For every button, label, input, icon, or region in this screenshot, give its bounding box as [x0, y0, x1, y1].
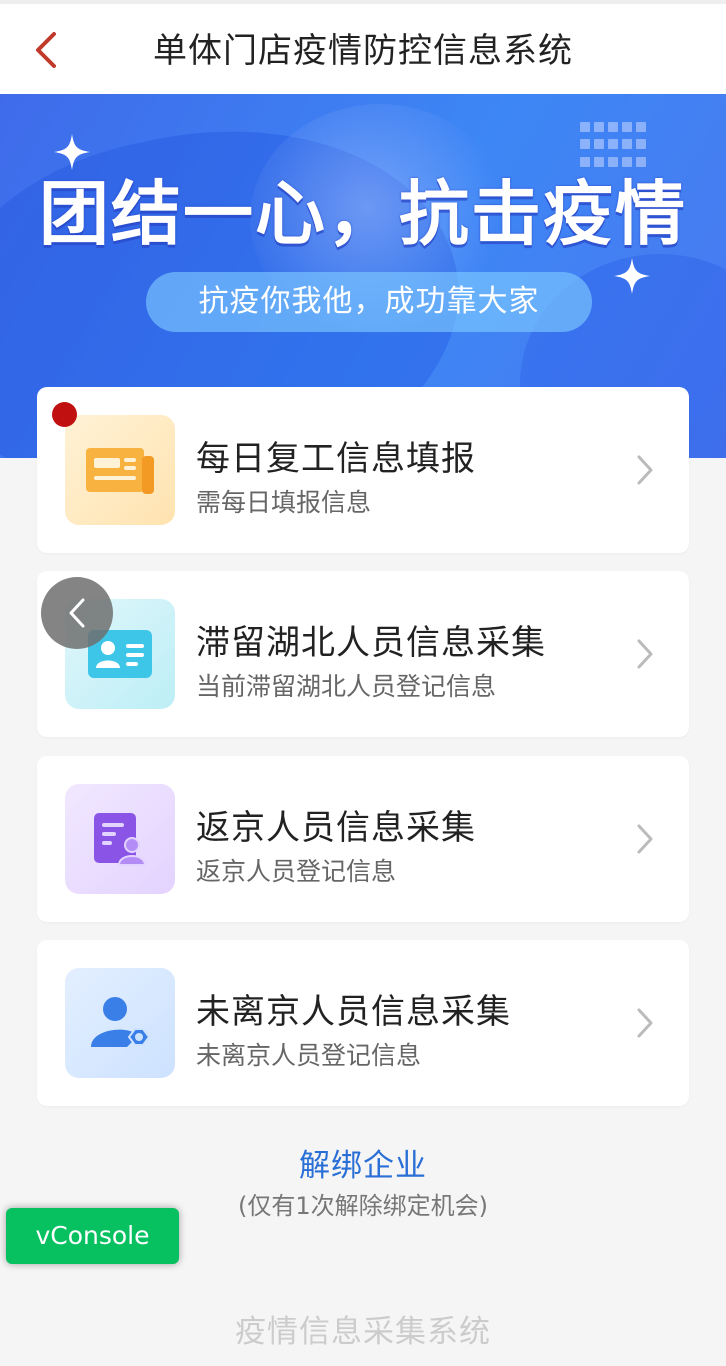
card-hubei-stranded[interactable]: 滞留湖北人员信息采集 当前滞留湖北人员登记信息 [37, 571, 689, 737]
chevron-right-icon [637, 824, 653, 854]
user-settings-icon [65, 968, 175, 1078]
card-title: 滞留湖北人员信息采集 [196, 623, 546, 663]
chevron-right-icon [637, 1008, 653, 1038]
chevron-right-icon [637, 639, 653, 669]
sparkle-icon [614, 258, 650, 294]
banner-subline: 抗疫你我他，成功靠大家 [146, 272, 592, 332]
card-subtitle: 当前滞留湖北人员登记信息 [196, 672, 497, 701]
banner-headline: 团结一心，抗击疫情 [39, 173, 687, 255]
card-return-beijing[interactable]: 返京人员信息采集 返京人员登记信息 [37, 756, 689, 922]
vconsole-button[interactable]: vConsole [6, 1208, 179, 1264]
card-daily-report[interactable]: 每日复工信息填报 需每日填报信息 [37, 387, 689, 553]
floating-back-button[interactable] [41, 577, 113, 649]
footer-text: 疫情信息采集系统 [235, 1314, 491, 1350]
card-not-left-beijing[interactable]: 未离京人员信息采集 未离京人员登记信息 [37, 940, 689, 1106]
newspaper-icon [65, 415, 175, 525]
card-title: 未离京人员信息采集 [196, 992, 511, 1032]
chevron-right-icon [637, 455, 653, 485]
page-title: 单体门店疫情防控信息系统 [153, 31, 573, 71]
card-subtitle: 未离京人员登记信息 [196, 1041, 422, 1070]
card-title: 返京人员信息采集 [196, 808, 476, 848]
chevron-left-icon [69, 598, 85, 628]
page: 单体门店疫情防控信息系统 团结一心，抗击疫情 抗疫你我他，成功靠大家 每日复工信… [0, 0, 726, 1366]
notification-badge [52, 402, 77, 427]
card-subtitle: 需每日填报信息 [196, 488, 372, 517]
form-user-icon [65, 784, 175, 894]
card-subtitle: 返京人员登记信息 [196, 857, 397, 886]
card-title: 每日复工信息填报 [196, 439, 476, 479]
unbind-company-link[interactable]: 解绑企业 [0, 1140, 726, 1185]
top-bar: 单体门店疫情防控信息系统 [0, 0, 726, 94]
